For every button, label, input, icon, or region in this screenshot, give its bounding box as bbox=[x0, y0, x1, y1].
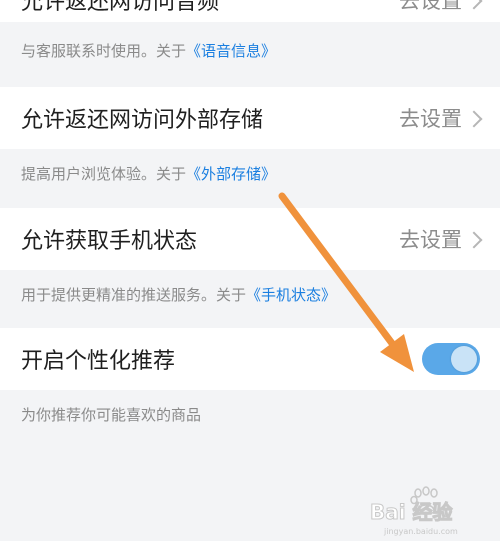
personalization-toggle[interactable] bbox=[422, 343, 480, 375]
chevron-right-icon bbox=[465, 110, 483, 127]
privacy-link-phone-state[interactable]: 《手机状态》 bbox=[246, 286, 336, 304]
chevron-right-icon bbox=[465, 0, 483, 9]
settings-row-storage[interactable]: 允许返还网访问外部存储 去设置 bbox=[0, 87, 500, 149]
setting-title: 允许返还网访问音频 bbox=[21, 0, 220, 15]
privacy-link-voice[interactable]: 《语音信息》 bbox=[186, 42, 276, 60]
note-text: 提高用户浏览体验。关于 bbox=[21, 165, 187, 183]
setting-title: 允许返还网访问外部存储 bbox=[21, 108, 264, 133]
watermark-subtext: jingyan.baidu.com bbox=[383, 527, 458, 536]
setting-title: 允许获取手机状态 bbox=[21, 229, 198, 254]
baidu-watermark: Bai 经验 jingyan.baidu.com bbox=[366, 485, 486, 537]
note-text: 与客服联系时使用。关于 bbox=[21, 42, 187, 60]
settings-row-audio[interactable]: 允许返还网访问音频 去设置 bbox=[0, 0, 500, 22]
settings-row-phone-state[interactable]: 允许获取手机状态 去设置 bbox=[0, 208, 500, 270]
setting-note: 与客服联系时使用。关于《语音信息》 bbox=[21, 40, 276, 61]
chevron-right-icon bbox=[465, 231, 483, 248]
setting-note: 提高用户浏览体验。关于《外部存储》 bbox=[21, 163, 276, 184]
action-label: 去设置 bbox=[399, 228, 462, 252]
settings-row-personalization: 开启个性化推荐 bbox=[0, 328, 500, 390]
note-text: 用于提供更精准的推送服务。关于 bbox=[21, 286, 247, 304]
go-settings-button[interactable]: 去设置 bbox=[399, 224, 483, 254]
setting-note: 用于提供更精准的推送服务。关于《手机状态》 bbox=[21, 284, 336, 305]
go-settings-button[interactable]: 去设置 bbox=[399, 103, 483, 133]
go-settings-button[interactable]: 去设置 bbox=[399, 0, 483, 15]
personalization-note: 为你推荐你可能喜欢的商品 bbox=[21, 406, 202, 424]
watermark-text: Bai 经验 bbox=[370, 500, 453, 524]
annotation-arrow bbox=[278, 192, 414, 372]
action-label: 去设置 bbox=[399, 0, 462, 13]
action-label: 去设置 bbox=[399, 107, 462, 131]
baidu-paw-logo: Bai 经验 jingyan.baidu.com bbox=[370, 486, 458, 536]
toggle-knob bbox=[451, 346, 477, 372]
setting-title: 开启个性化推荐 bbox=[21, 349, 176, 374]
privacy-link-storage[interactable]: 《外部存储》 bbox=[186, 165, 276, 183]
